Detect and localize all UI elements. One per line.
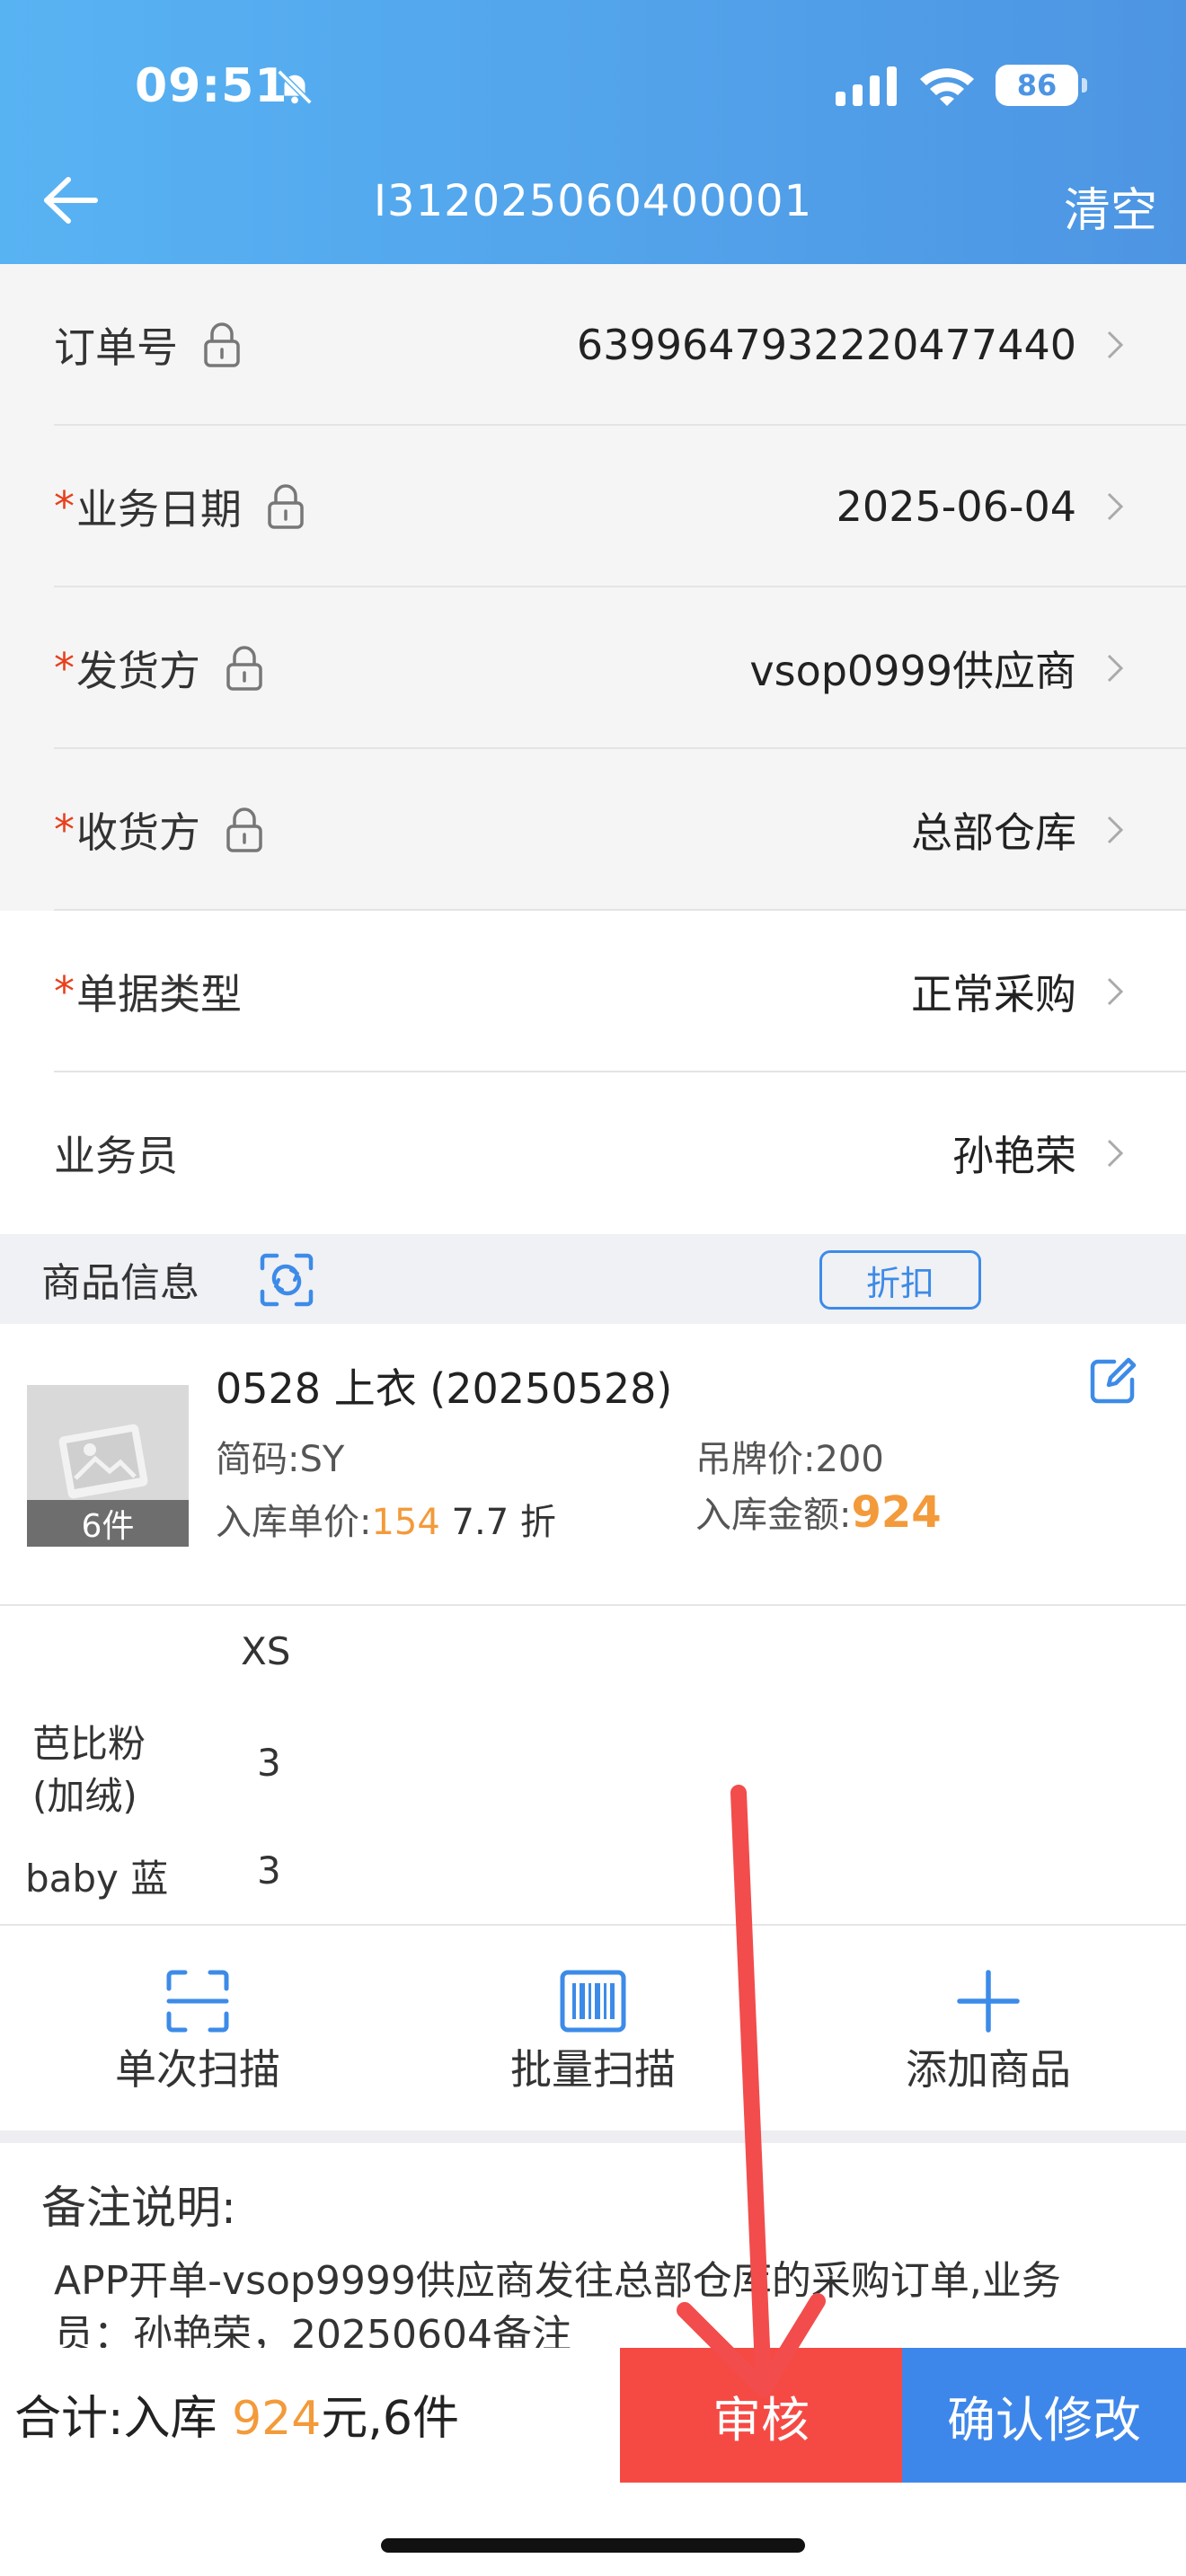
amount-value: 924 <box>851 1487 942 1538</box>
remarks-title: 备注说明: <box>41 2182 236 2234</box>
required-mark: * <box>54 482 75 531</box>
row-label: 订单号 <box>54 323 178 372</box>
single-scan-button[interactable]: 单次扫描 <box>0 1926 395 2130</box>
confirm-edit-button[interactable]: 确认修改 <box>902 2348 1186 2483</box>
amount-line: 入库金额:924 <box>695 1486 942 1538</box>
wifi-icon <box>920 68 974 106</box>
home-indicator[interactable] <box>381 2538 805 2553</box>
remarks-text[interactable]: APP开单-vsop9999供应商发往总部仓库的采购订单,业务员：孙艳荣，202… <box>54 2254 1132 2348</box>
color-label: 芭比粉 <box>32 1722 146 1766</box>
lock-icon <box>204 322 240 367</box>
page-title: I312025060400001 <box>373 176 813 226</box>
total-summary: 合计:入库 924元,6件 <box>14 2380 459 2448</box>
size-header: XS <box>241 1629 291 1673</box>
row-value: 孙艳荣 <box>952 1132 1076 1180</box>
clear-button[interactable]: 清空 <box>1064 172 1157 240</box>
product-name: 0528 上衣 (20250528) <box>216 1364 673 1413</box>
receiver-row[interactable]: * 收货方 总部仓库 <box>0 749 1186 911</box>
single-scan-icon <box>166 1970 229 2033</box>
action-bar: 单次扫描 批量扫描 添加商品 <box>0 1926 1186 2130</box>
action-label: 添加商品 <box>906 2045 1071 2094</box>
required-mark: * <box>54 806 75 854</box>
row-label: 发货方 <box>76 647 200 695</box>
product-card[interactable]: 6件 0528 上衣 (20250528) 简码:SY 吊牌价:200 入库单价… <box>0 1324 1186 1606</box>
size-color-grid: XS 芭比粉 (加绒) 3 baby 蓝 3 <box>0 1606 1186 1926</box>
header: 09:51 86 I312025060400001 清空 <box>0 0 1186 264</box>
unit-price-value: 154 <box>371 1502 440 1543</box>
salesperson-row[interactable]: 业务员 孙艳荣 <box>0 1072 1186 1234</box>
required-mark: * <box>54 967 75 1016</box>
barcode-icon <box>560 1970 626 2033</box>
row-value: vsop0999供应商 <box>749 647 1076 695</box>
section-title: 商品信息 <box>41 1260 199 1306</box>
action-label: 单次扫描 <box>115 2045 280 2094</box>
audit-button[interactable]: 审核 <box>620 2348 902 2483</box>
discount-button[interactable]: 折扣 <box>819 1250 981 1310</box>
battery-icon: 86 <box>996 65 1087 106</box>
unit-price-line: 入库单价:154 7.7 折 <box>216 1493 556 1545</box>
order-form: 订单号 6399647932220477440 * 业务日期 2025-06-0… <box>0 264 1186 1234</box>
scan-switch-icon[interactable] <box>259 1252 314 1308</box>
row-value: 总部仓库 <box>911 808 1076 857</box>
shipper-row[interactable]: * 发货方 vsop0999供应商 <box>0 587 1186 749</box>
amount-label: 入库金额: <box>695 1495 852 1536</box>
row-label: 业务日期 <box>76 485 242 534</box>
quantity-cell[interactable]: 3 <box>257 1848 281 1892</box>
batch-scan-button[interactable]: 批量扫描 <box>395 1926 791 2130</box>
chevron-right-icon <box>1107 654 1124 683</box>
row-label: 单据类型 <box>76 970 242 1019</box>
add-product-button[interactable]: 添加商品 <box>791 1926 1186 2130</box>
chevron-right-icon <box>1107 492 1124 521</box>
required-mark: * <box>54 644 75 693</box>
chevron-right-icon <box>1107 816 1124 844</box>
signal-icon <box>836 66 897 106</box>
discount-value: 7.7 折 <box>439 1502 556 1543</box>
product-thumbnail: 6件 <box>27 1385 189 1547</box>
document-type-row[interactable]: * 单据类型 正常采购 <box>0 911 1186 1072</box>
quantity-cell[interactable]: 3 <box>257 1741 281 1785</box>
section-gap <box>0 2130 1186 2143</box>
row-value: 正常采购 <box>911 970 1076 1019</box>
color-label-sub: (加绒) <box>32 1774 137 1818</box>
business-date-row[interactable]: * 业务日期 2025-06-04 <box>0 426 1186 587</box>
chevron-right-icon <box>1107 331 1124 359</box>
total-suffix: 元,6件 <box>321 2392 459 2446</box>
row-value: 6399647932220477440 <box>576 321 1076 369</box>
short-code: 简码:SY <box>216 1439 345 1480</box>
lock-icon <box>226 807 262 852</box>
action-label: 批量扫描 <box>510 2045 676 2094</box>
unit-price-label: 入库单价: <box>216 1502 372 1543</box>
chevron-right-icon <box>1107 977 1124 1006</box>
remarks-section[interactable]: 备注说明: APP开单-vsop9999供应商发往总部仓库的采购订单,业务员：孙… <box>0 2143 1186 2348</box>
row-label: 业务员 <box>54 1132 178 1180</box>
status-indicators: 86 <box>836 65 1087 106</box>
bell-muted-icon <box>277 69 313 105</box>
bottom-bar: 合计:入库 924元,6件 审核 确认修改 <box>0 2348 1186 2483</box>
lock-icon <box>226 646 262 691</box>
tag-price: 吊牌价:200 <box>695 1439 884 1480</box>
edit-icon[interactable] <box>1087 1354 1139 1407</box>
plus-icon <box>957 1970 1020 2033</box>
home-area <box>0 2483 1186 2576</box>
lock-icon <box>268 484 304 529</box>
row-label: 收货方 <box>76 808 200 857</box>
row-value: 2025-06-04 <box>836 482 1076 531</box>
color-label: baby 蓝 <box>25 1857 169 1901</box>
quantity-badge: 6件 <box>27 1500 189 1547</box>
chevron-right-icon <box>1107 1139 1124 1168</box>
order-number-row[interactable]: 订单号 6399647932220477440 <box>0 264 1186 426</box>
total-prefix: 合计:入库 <box>14 2392 233 2446</box>
status-time: 09:51 <box>135 59 288 113</box>
total-amount: 924 <box>232 2392 322 2446</box>
goods-section-header: 商品信息 折扣 <box>0 1234 1186 1324</box>
